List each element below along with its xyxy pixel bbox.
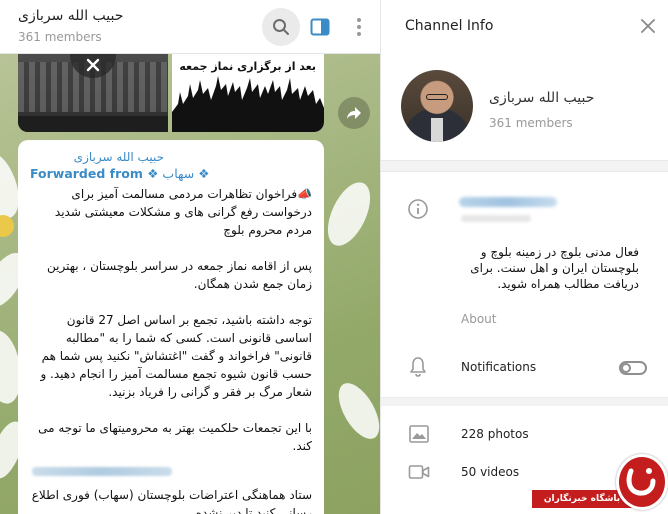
- channel-info-header: Channel Info: [381, 0, 668, 54]
- notifications-label: Notifications: [461, 360, 537, 374]
- more-vertical-icon: [357, 18, 361, 36]
- toggle-knob: [621, 363, 631, 373]
- more-menu-button[interactable]: [346, 8, 372, 46]
- chat-members-count: 361 members: [18, 30, 102, 44]
- channel-avatar[interactable]: [401, 70, 473, 142]
- message-bubble[interactable]: حبیب الله سربازی Forwarded from ❖ سهاب ❖…: [18, 140, 324, 514]
- photos-row[interactable]: 228 photos: [381, 420, 668, 450]
- forward-button[interactable]: [338, 97, 370, 129]
- close-icon: [641, 19, 655, 33]
- watermark-logo: [616, 454, 668, 510]
- close-icon: [86, 58, 100, 72]
- avatar-shirt: [431, 118, 443, 142]
- watermark: باشگاه خبرنگاران: [532, 452, 668, 514]
- channel-name: حبیب الله سربازی: [489, 90, 595, 106]
- info-icon: [408, 199, 428, 219]
- chat-header: حبیب الله سربازی 361 members: [0, 0, 380, 54]
- close-info-button[interactable]: [637, 15, 659, 37]
- photo-poster[interactable]: بعد از برگزاری نماز جمعه: [172, 54, 324, 132]
- video-icon: [408, 465, 430, 479]
- photo-icon: [409, 425, 429, 443]
- notifications-row[interactable]: Notifications: [381, 338, 668, 398]
- channel-link-blurred[interactable]: [459, 197, 557, 207]
- about-section: فعال مدنی بلوچ در زمینه بلوچ و بلوچستان …: [381, 172, 668, 338]
- videos-count: 50 videos: [461, 465, 520, 479]
- channel-profile: حبیب الله سربازی 361 members: [381, 54, 668, 160]
- flower-center: [0, 215, 14, 237]
- section-divider: [381, 160, 668, 172]
- forwarded-source[interactable]: ❖ سهاب ❖: [147, 166, 209, 181]
- link-label-blurred: [461, 215, 531, 222]
- avatar-glasses: [426, 94, 448, 100]
- notifications-toggle[interactable]: [619, 361, 647, 375]
- about-label: About: [461, 312, 497, 326]
- search-icon: [273, 19, 289, 35]
- channel-info-title: Channel Info: [405, 18, 494, 34]
- forwarded-prefix: Forwarded from: [30, 166, 143, 181]
- message-paragraph: 📣فراخوان تظاهرات مردمی مسالمت آمیز برای …: [54, 187, 312, 237]
- toggle-info-panel-button[interactable]: [304, 8, 336, 46]
- message-paragraph: با این تجمعات حلکمیت بهتر به محرومیتهای …: [38, 421, 312, 453]
- chat-panel: حبیب الله سربازی 361 members بعد از برگز…: [0, 0, 380, 514]
- message-paragraph: پس از اقامه نماز جمعه در سراسر بلوچستان …: [46, 259, 312, 291]
- logo-glyph: [626, 468, 656, 496]
- poster-caption: بعد از برگزاری نماز جمعه: [179, 60, 316, 73]
- photos-count: 228 photos: [461, 427, 529, 441]
- message-paragraph: توجه داشته باشید، تجمع بر اساس اصل 27 قا…: [40, 313, 312, 399]
- bell-icon: [410, 357, 426, 377]
- blurred-link[interactable]: [32, 467, 172, 476]
- search-button[interactable]: [262, 8, 300, 46]
- about-text: فعال مدنی بلوچ در زمینه بلوچ و بلوچستان …: [470, 245, 639, 291]
- sidebar-panel-icon: [310, 18, 330, 36]
- forwarded-from[interactable]: Forwarded from ❖ سهاب ❖: [30, 166, 312, 181]
- share-arrow-icon: [347, 107, 361, 119]
- channel-info-panel: Channel Info حبیب الله سربازی 361 member…: [380, 0, 668, 514]
- message-sender[interactable]: حبیب الله سربازی: [30, 150, 312, 164]
- message-closing: ستاد هماهنگی اعتراضات بلوچستان (سهاب) فو…: [31, 488, 312, 514]
- raised-hands-silhouette: [172, 76, 324, 132]
- message-photo-album: بعد از برگزاری نماز جمعه: [18, 32, 324, 132]
- photo-banner: [18, 116, 168, 132]
- chat-title[interactable]: حبیب الله سربازی: [18, 8, 123, 24]
- background-petal: [319, 176, 379, 252]
- background-petal: [330, 376, 380, 446]
- channel-members-count: 361 members: [489, 116, 573, 130]
